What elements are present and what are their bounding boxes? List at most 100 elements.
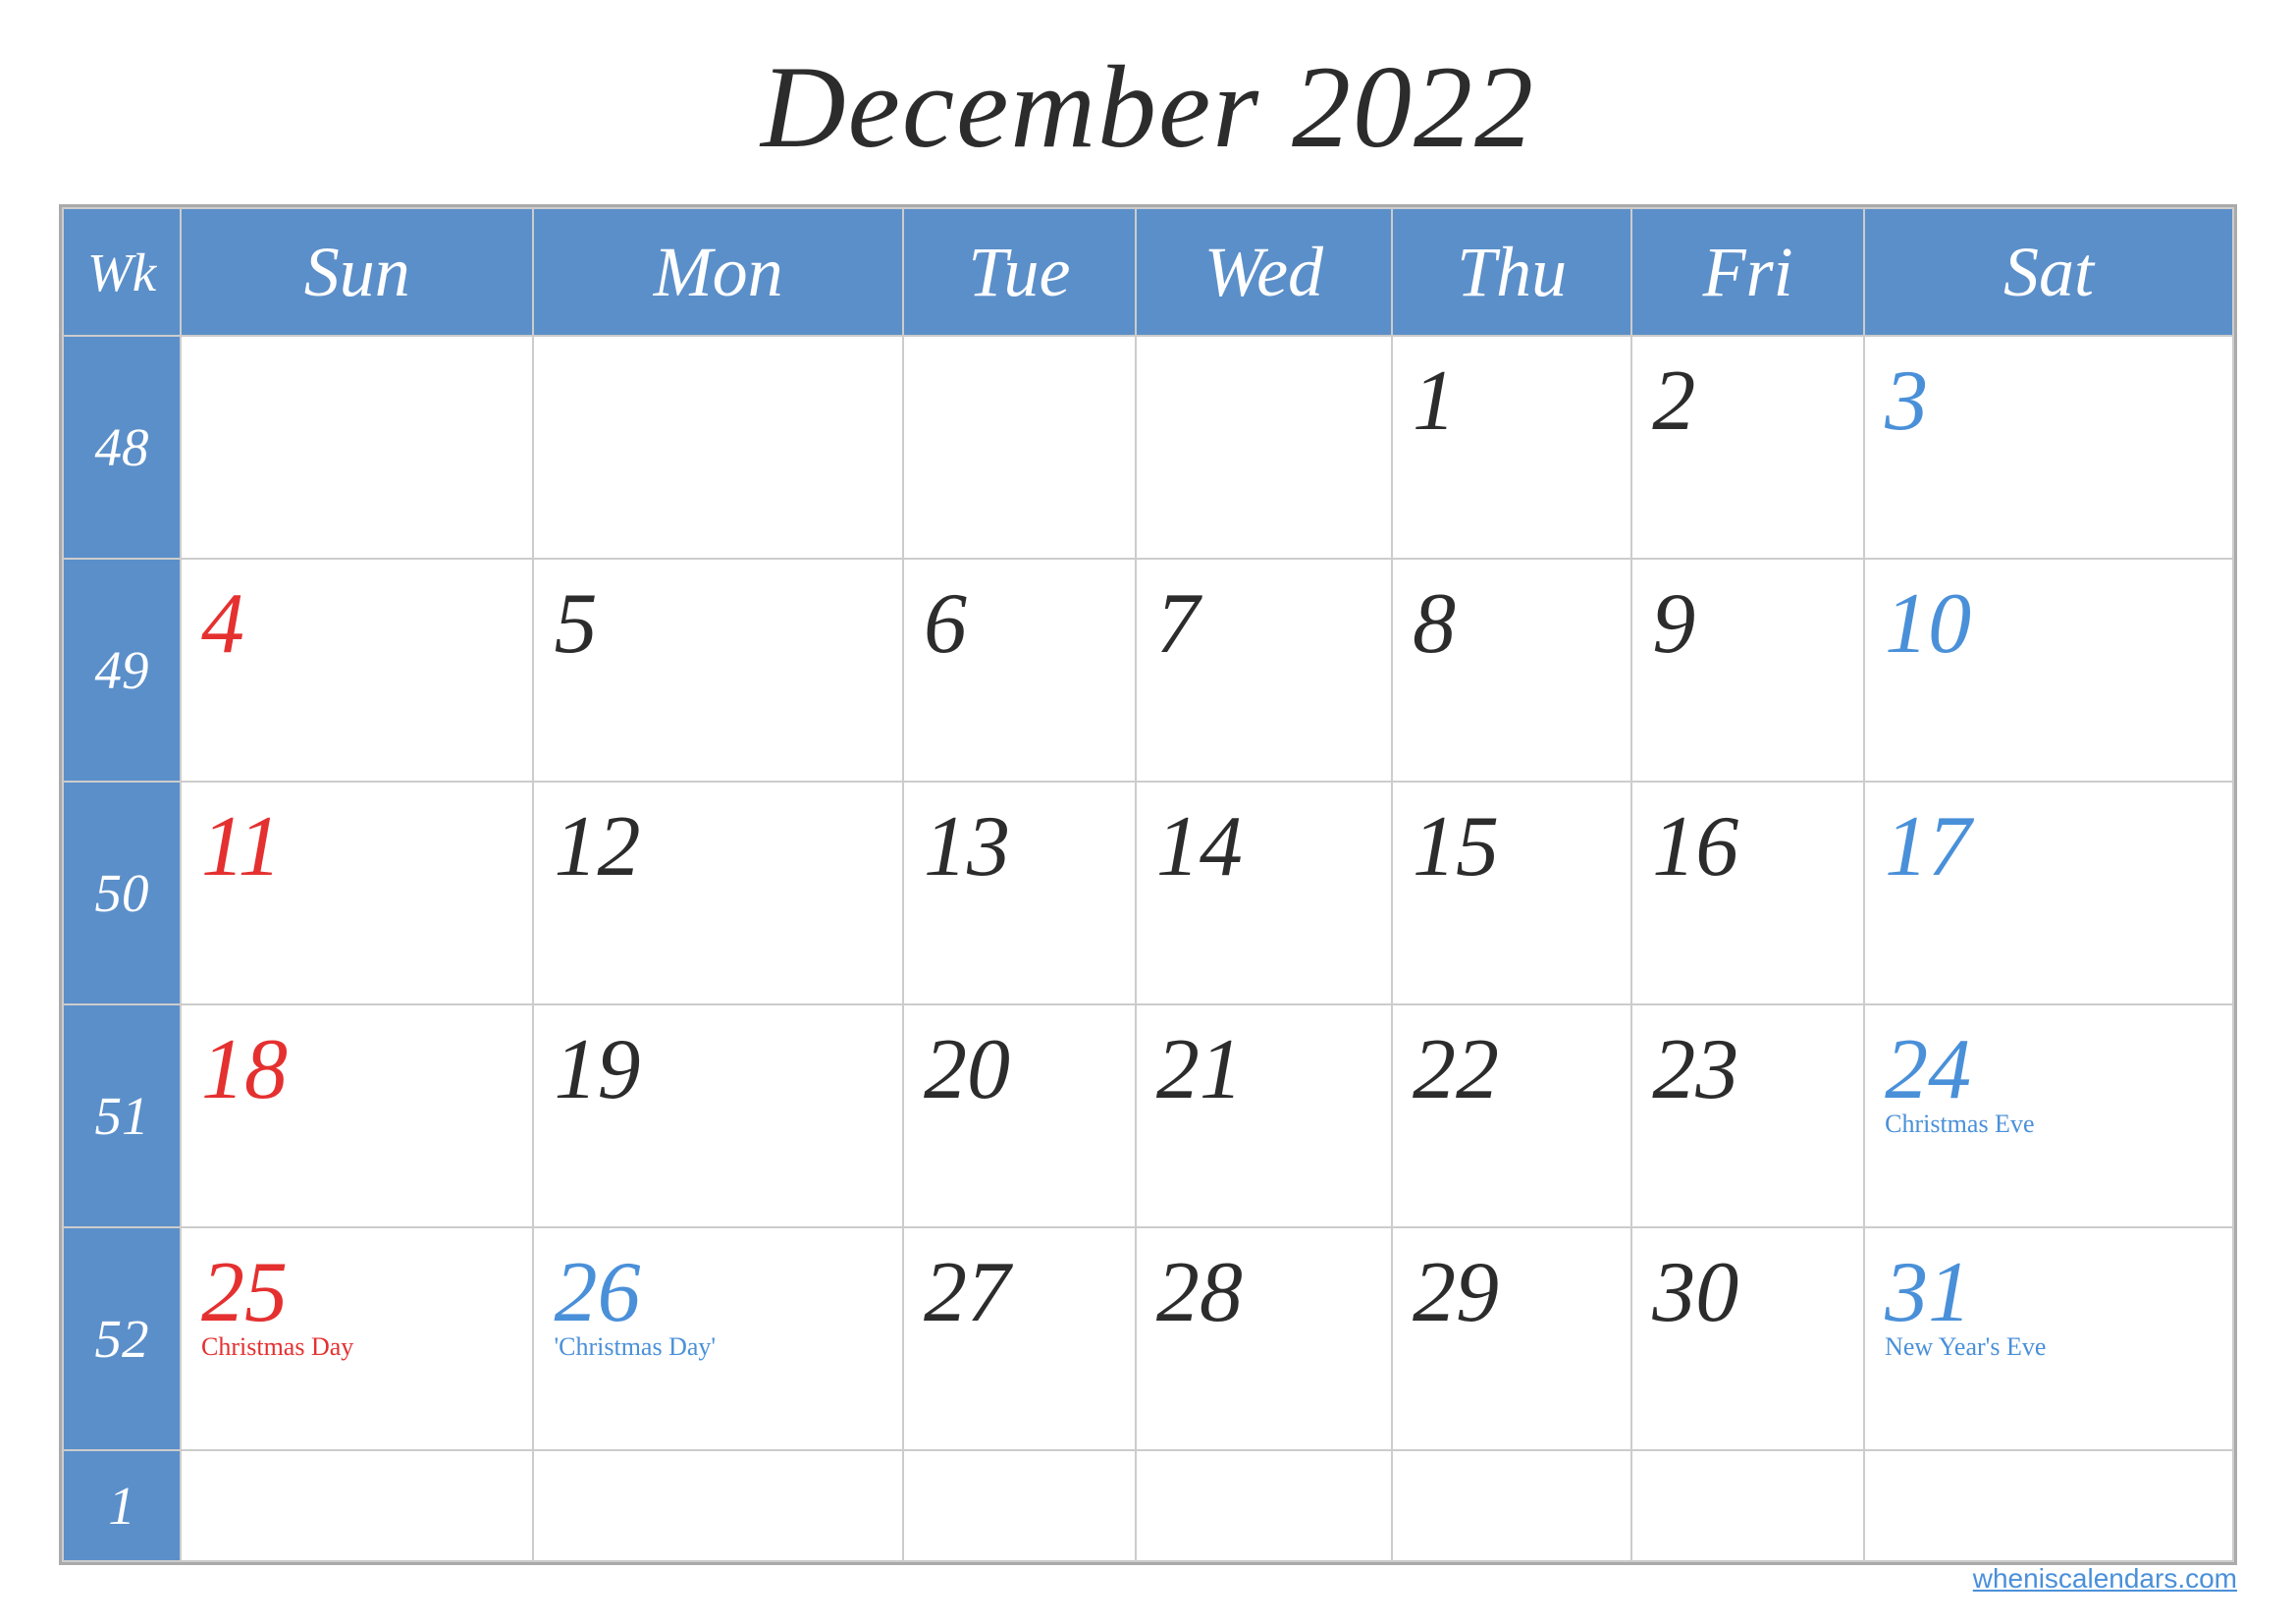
day-number-4: 4	[201, 574, 512, 674]
day-number-17: 17	[1885, 797, 2213, 896]
empty-row: 1	[63, 1450, 2233, 1561]
day-number-12: 12	[554, 797, 882, 896]
week-number-49: 49	[63, 559, 181, 782]
empty-day-cell-1	[533, 1450, 903, 1561]
day-number-31: 31	[1885, 1243, 2213, 1342]
day-number-23: 23	[1652, 1020, 1843, 1119]
watermark: wheniscalendars.com	[1973, 1563, 2237, 1595]
day-cell-empty	[181, 336, 533, 559]
day-cell-5: 5	[533, 559, 903, 782]
day-label-24: Christmas Eve	[1885, 1110, 2213, 1139]
day-cell-25: 25Christmas Day	[181, 1227, 533, 1450]
header-fri: Fri	[1631, 208, 1864, 336]
day-number-1: 1	[1413, 352, 1611, 451]
day-cell-8: 8	[1392, 559, 1631, 782]
day-cell-7: 7	[1136, 559, 1392, 782]
day-cell-31: 31New Year's Eve	[1864, 1227, 2233, 1450]
day-cell-20: 20	[903, 1004, 1136, 1227]
header-thu: Thu	[1392, 208, 1631, 336]
header-sun: Sun	[181, 208, 533, 336]
empty-day-cell-5	[1631, 1450, 1864, 1561]
calendar-title: December 2022	[761, 39, 1535, 175]
week-row-48: 48 123	[63, 336, 2233, 559]
day-number-27: 27	[924, 1243, 1115, 1342]
day-number-16: 16	[1652, 797, 1843, 896]
day-number-8: 8	[1413, 574, 1611, 674]
day-cell-empty	[533, 336, 903, 559]
day-cell-17: 17	[1864, 782, 2233, 1004]
day-cell-30: 30	[1631, 1227, 1864, 1450]
day-number-15: 15	[1413, 797, 1611, 896]
week-row-52: 5225Christmas Day26'Christmas Day'272829…	[63, 1227, 2233, 1450]
header-row: Wk Sun Mon Tue Wed Thu Fri Sat	[63, 208, 2233, 336]
day-cell-19: 19	[533, 1004, 903, 1227]
day-number-3: 3	[1885, 352, 2213, 451]
day-cell-2: 2	[1631, 336, 1864, 559]
day-number-11: 11	[201, 797, 512, 896]
day-cell-empty	[903, 336, 1136, 559]
header-wed: Wed	[1136, 208, 1392, 336]
week-number-48: 48	[63, 336, 181, 559]
day-cell-22: 22	[1392, 1004, 1631, 1227]
header-mon: Mon	[533, 208, 903, 336]
calendar-container: Wk Sun Mon Tue Wed Thu Fri Sat 481234945…	[59, 204, 2237, 1565]
day-number-7: 7	[1156, 574, 1371, 674]
day-cell-3: 3	[1864, 336, 2233, 559]
day-cell-10: 10	[1864, 559, 2233, 782]
day-number-25: 25	[201, 1243, 512, 1342]
header-wk: Wk	[63, 208, 181, 336]
day-number-14: 14	[1156, 797, 1371, 896]
day-cell-13: 13	[903, 782, 1136, 1004]
day-cell-4: 4	[181, 559, 533, 782]
empty-day-cell-2	[903, 1450, 1136, 1561]
day-cell-14: 14	[1136, 782, 1392, 1004]
day-cell-6: 6	[903, 559, 1136, 782]
day-label-31: New Year's Eve	[1885, 1332, 2213, 1362]
day-cell-18: 18	[181, 1004, 533, 1227]
day-number-10: 10	[1885, 574, 2213, 674]
day-cell-26: 26'Christmas Day'	[533, 1227, 903, 1450]
day-number-13: 13	[924, 797, 1115, 896]
day-cell-1: 1	[1392, 336, 1631, 559]
day-number-22: 22	[1413, 1020, 1611, 1119]
day-cell-27: 27	[903, 1227, 1136, 1450]
day-number-2: 2	[1652, 352, 1843, 451]
day-number-19: 19	[554, 1020, 882, 1119]
empty-day-cell-6	[1864, 1450, 2233, 1561]
day-number-29: 29	[1413, 1243, 1611, 1342]
week-number-51: 51	[63, 1004, 181, 1227]
day-number-6: 6	[924, 574, 1115, 674]
day-number-20: 20	[924, 1020, 1115, 1119]
empty-day-cell-0	[181, 1450, 533, 1561]
day-cell-24: 24Christmas Eve	[1864, 1004, 2233, 1227]
day-number-28: 28	[1156, 1243, 1371, 1342]
week-row-49: 49456789 10	[63, 559, 2233, 782]
calendar-table: Wk Sun Mon Tue Wed Thu Fri Sat 481234945…	[62, 207, 2234, 1562]
day-number-21: 21	[1156, 1020, 1371, 1119]
day-number-5: 5	[554, 574, 882, 674]
day-label-26: 'Christmas Day'	[554, 1332, 882, 1362]
day-label-25: Christmas Day	[201, 1332, 512, 1362]
day-number-26: 26	[554, 1243, 882, 1342]
header-tue: Tue	[903, 208, 1136, 336]
day-cell-11: 11	[181, 782, 533, 1004]
day-cell-29: 29	[1392, 1227, 1631, 1450]
day-cell-12: 12	[533, 782, 903, 1004]
day-number-30: 30	[1652, 1243, 1843, 1342]
week-number-extra: 1	[63, 1450, 181, 1561]
day-cell-9: 9	[1631, 559, 1864, 782]
day-cell-23: 23	[1631, 1004, 1864, 1227]
header-sat: Sat	[1864, 208, 2233, 336]
day-cell-empty	[1136, 336, 1392, 559]
week-row-51: 5118192021222324Christmas Eve	[63, 1004, 2233, 1227]
day-number-18: 18	[201, 1020, 512, 1119]
day-cell-21: 21	[1136, 1004, 1392, 1227]
week-row-50: 5011 12 13 14 15 16 17	[63, 782, 2233, 1004]
day-number-9: 9	[1652, 574, 1843, 674]
empty-day-cell-3	[1136, 1450, 1392, 1561]
day-cell-15: 15	[1392, 782, 1631, 1004]
week-number-50: 50	[63, 782, 181, 1004]
empty-day-cell-4	[1392, 1450, 1631, 1561]
day-number-24: 24	[1885, 1020, 2213, 1119]
day-cell-16: 16	[1631, 782, 1864, 1004]
